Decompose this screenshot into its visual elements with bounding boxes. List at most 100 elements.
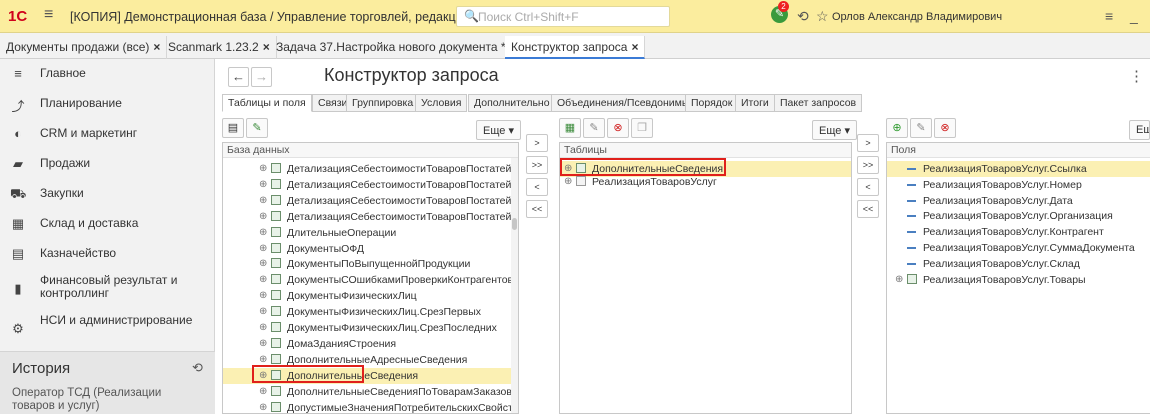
field-row[interactable]: РеализацияТоваровУслуг.Организация bbox=[887, 208, 1150, 224]
history-clock-icon[interactable]: ⟲ bbox=[192, 360, 203, 376]
expand-icon[interactable]: ⊕ bbox=[259, 258, 267, 269]
table-row[interactable]: ⊕ ДокументыПоВыпущеннойПродукции bbox=[223, 256, 518, 272]
field-row[interactable]: РеализацияТоваровУслуг.Склад bbox=[887, 256, 1150, 272]
back-button[interactable]: ← bbox=[228, 67, 249, 87]
sidebar-item-admin[interactable]: ⚙ НСИ и администрирование bbox=[0, 309, 215, 347]
scrollbar-thumb[interactable] bbox=[512, 218, 517, 230]
table-row[interactable]: ⊕ ДокументыФизическихЛиц.СрезПоследних bbox=[223, 320, 518, 336]
field-row[interactable]: РеализацияТоваровУслуг.Ссылка bbox=[887, 161, 1150, 177]
sidebar-item-finance[interactable]: ▮ Финансовый результат и контроллинг bbox=[0, 269, 215, 307]
sidebar-item-sales[interactable]: ▰ Продажи bbox=[0, 149, 215, 179]
table-row[interactable]: ⊕ ДокументыФизическихЛиц.СрезПервых bbox=[223, 304, 518, 320]
notifications-icon[interactable]: ✎ 2 bbox=[771, 1, 789, 23]
main-menu-icon[interactable]: ≡ bbox=[44, 6, 53, 24]
table-row[interactable]: ⊕ ДетализацияСебестоимостиТоваровПостатей… bbox=[223, 177, 518, 193]
close-icon[interactable]: × bbox=[153, 40, 160, 54]
search-input[interactable]: 🔍 Поиск Ctrl+Shift+F bbox=[456, 6, 670, 27]
doc-tab-sales-docs[interactable]: Документы продажи (все) × bbox=[0, 36, 168, 59]
expand-icon[interactable]: ⊕ bbox=[259, 211, 267, 222]
edit-icon[interactable]: ✎ bbox=[910, 118, 932, 138]
sidebar-item-purchases[interactable]: ⛟ Закупки bbox=[0, 179, 215, 209]
table-row[interactable]: ⊕ ДокументыСОшибкамиПроверкиКонтрагентов bbox=[223, 272, 518, 288]
expand-icon[interactable]: ⊕ bbox=[259, 402, 267, 413]
tab-advanced[interactable]: Дополнительно bbox=[468, 94, 556, 112]
expand-icon[interactable]: ⊕ bbox=[895, 274, 903, 285]
user-name[interactable]: Орлов Александр Владимирович bbox=[832, 11, 1002, 23]
more-actions-icon[interactable]: ⋮ bbox=[1129, 67, 1144, 85]
table-row[interactable]: ⊕ ДетализацияСебестоимостиТоваровПостатей… bbox=[223, 209, 518, 225]
expand-icon[interactable]: ⊕ bbox=[259, 290, 267, 301]
table-row[interactable]: ⊕ ДополнительныеСведенияПоТоварамЗаказовТ… bbox=[223, 384, 518, 400]
settings-menu-icon[interactable]: ≡ bbox=[1105, 8, 1113, 24]
tab-totals[interactable]: Итоги bbox=[735, 94, 775, 112]
field-row[interactable]: РеализацияТоваровУслуг.Контрагент bbox=[887, 224, 1150, 240]
field-row[interactable]: ⊕ РеализацияТоваровУслуг.Товары bbox=[887, 272, 1150, 288]
tab-query-batch[interactable]: Пакет запросов bbox=[774, 94, 863, 112]
sidebar-item-main[interactable]: ≡ Главное bbox=[0, 59, 215, 89]
table-row[interactable]: ⊕ ДомаЗданияСтроения bbox=[223, 336, 518, 352]
doc-tab-task-37[interactable]: Задача 37.Настройка нового документа *× bbox=[270, 36, 524, 59]
doc-tab-query-builder[interactable]: Конструктор запроса × bbox=[505, 36, 646, 59]
field-row[interactable]: РеализацияТоваровУслуг.Номер bbox=[887, 177, 1150, 193]
sidebar-item-warehouse[interactable]: ▦ Склад и доставка bbox=[0, 209, 215, 239]
more-button-right[interactable]: Еще bbox=[1129, 120, 1150, 140]
list-view-icon[interactable]: ▤ bbox=[222, 118, 244, 138]
table-row[interactable]: ⊕ ДетализацияСебестоимостиТоваровПостатей… bbox=[223, 161, 518, 177]
move-all-right-button[interactable]: >> bbox=[857, 156, 879, 174]
table-row[interactable]: ⊕ РеализацияТоваровУслуг bbox=[560, 174, 851, 190]
move-one-right-button[interactable]: > bbox=[857, 134, 879, 152]
expand-icon[interactable]: ⊕ bbox=[259, 195, 267, 206]
minimize-icon[interactable]: _ bbox=[1130, 8, 1138, 24]
query-edit-icon[interactable]: ✎ bbox=[246, 118, 268, 138]
move-all-right-button[interactable]: >> bbox=[526, 156, 548, 174]
expand-icon[interactable]: ⊕ bbox=[259, 243, 267, 254]
doc-tab-scanmark[interactable]: Scanmark 1.23.2 × bbox=[162, 36, 277, 59]
move-all-left-button[interactable]: << bbox=[857, 200, 879, 218]
expand-icon[interactable]: ⊕ bbox=[259, 354, 267, 365]
expand-icon[interactable]: ⊕ bbox=[259, 306, 267, 317]
table-row[interactable]: ⊕ ДопустимыеЗначенияПотребительскихСвойст… bbox=[223, 400, 518, 416]
edit-icon[interactable]: ✎ bbox=[583, 118, 605, 138]
close-icon[interactable]: × bbox=[263, 40, 270, 54]
table-row[interactable]: ⊕ ДлительныеОперации bbox=[223, 225, 518, 241]
history-item[interactable]: Оператор ТСД (Реализации товаров и услуг… bbox=[12, 387, 207, 413]
expand-icon[interactable]: ⊕ bbox=[259, 322, 267, 333]
expand-icon[interactable]: ⊕ bbox=[259, 338, 267, 349]
history-icon[interactable]: ⟲ bbox=[797, 8, 809, 25]
more-button-left[interactable]: Еще ▾ bbox=[476, 120, 521, 140]
tab-unions-aliases[interactable]: Объединения/Псевдонимы bbox=[551, 94, 696, 112]
move-all-left-button[interactable]: << bbox=[526, 200, 548, 218]
forward-button[interactable]: → bbox=[251, 67, 272, 87]
table-row[interactable]: ⊕ ДокументыОФД bbox=[223, 241, 518, 257]
add-table-icon[interactable]: ▦ bbox=[559, 118, 581, 138]
add-field-icon[interactable]: ⊕ bbox=[886, 118, 908, 138]
tab-grouping[interactable]: Группировка bbox=[346, 94, 420, 112]
table-row[interactable]: ⊕ ДетализацияСебестоимостиТоваровПостатей… bbox=[223, 193, 518, 209]
sidebar-item-treasury[interactable]: ▤ Казначейство bbox=[0, 239, 215, 269]
field-row[interactable]: РеализацияТоваровУслуг.Дата bbox=[887, 193, 1150, 209]
expand-icon[interactable]: ⊕ bbox=[259, 227, 267, 238]
move-one-left-button[interactable]: < bbox=[857, 178, 879, 196]
table-row[interactable]: ⊕ ДокументыФизическихЛиц bbox=[223, 288, 518, 304]
scrollbar[interactable] bbox=[511, 158, 518, 413]
tab-tables-fields[interactable]: Таблицы и поля bbox=[222, 94, 312, 112]
more-button-middle[interactable]: Еще ▾ bbox=[812, 120, 857, 140]
favorites-star-icon[interactable]: ☆ bbox=[816, 8, 829, 25]
sidebar-item-crm[interactable]: ◐ CRM и маркетинг bbox=[0, 119, 215, 149]
move-one-left-button[interactable]: < bbox=[526, 178, 548, 196]
history-title[interactable]: История bbox=[12, 360, 70, 377]
close-icon[interactable]: × bbox=[631, 40, 638, 54]
tab-conditions[interactable]: Условия bbox=[415, 94, 468, 112]
sidebar-item-planning[interactable]: ⤴ Планирование bbox=[0, 89, 215, 119]
expand-icon[interactable]: ⊕ bbox=[564, 176, 572, 187]
expand-icon[interactable]: ⊕ bbox=[259, 163, 267, 174]
expand-icon[interactable]: ⊕ bbox=[259, 386, 267, 397]
delete-icon[interactable]: ⊗ bbox=[607, 118, 629, 138]
expand-icon[interactable]: ⊕ bbox=[259, 179, 267, 190]
field-row[interactable]: РеализацияТоваровУслуг.СуммаДокумента bbox=[887, 240, 1150, 256]
tab-order[interactable]: Порядок bbox=[685, 94, 739, 112]
copy-icon[interactable]: ❐ bbox=[631, 118, 653, 138]
move-one-right-button[interactable]: > bbox=[526, 134, 548, 152]
expand-icon[interactable]: ⊕ bbox=[259, 274, 267, 285]
delete-icon[interactable]: ⊗ bbox=[934, 118, 956, 138]
